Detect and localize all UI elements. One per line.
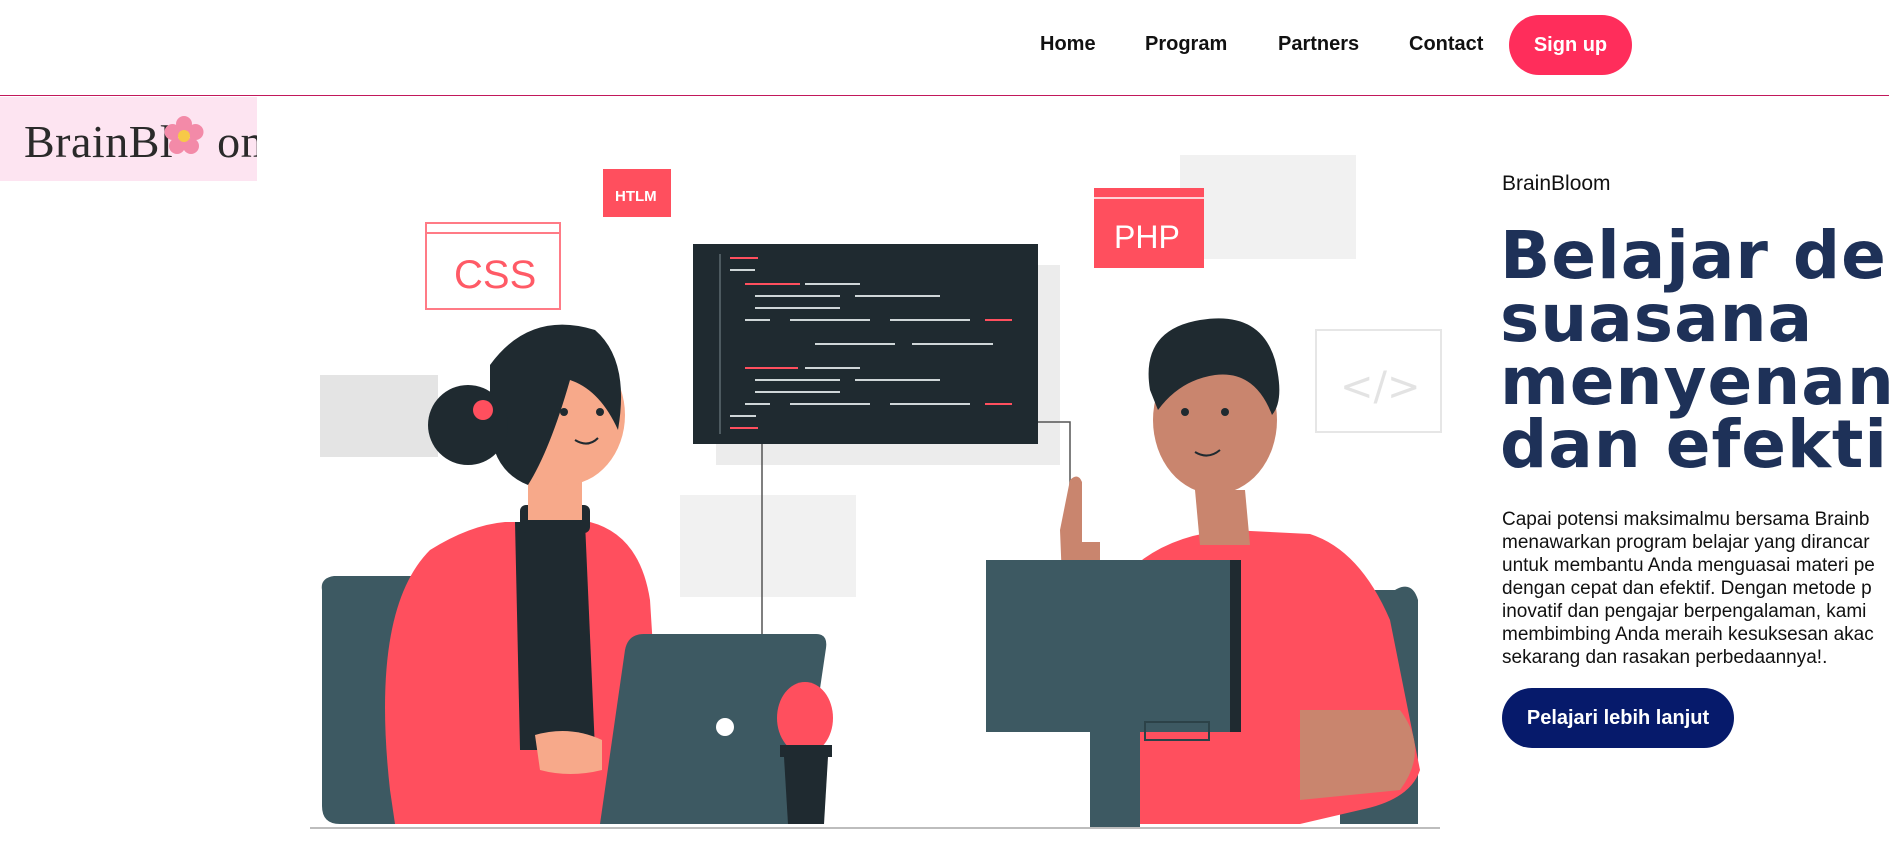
- css-tag: CSS: [425, 222, 561, 310]
- learn-more-button[interactable]: Pelajari lebih lanjut: [1502, 688, 1734, 748]
- css-label: CSS: [454, 253, 536, 297]
- hero-description-line: membimbing Anda meraih kesuksesan akac: [1502, 624, 1874, 645]
- html-tag: HTLM: [603, 169, 671, 217]
- nav-link-program[interactable]: Program: [1145, 33, 1227, 56]
- hero-title-line: dan efektif: [1500, 406, 1889, 483]
- hero-title-line: suasana: [1500, 280, 1814, 357]
- hero-description-line: untuk membantu Anda menguasai materi pe: [1502, 555, 1875, 576]
- hero-brand-name: BrainBloom: [1502, 172, 1611, 195]
- signup-button[interactable]: Sign up: [1509, 15, 1632, 75]
- hero-title: Belajar den suasana menyenang dan efekti…: [1500, 217, 1889, 483]
- hero-description-line: sekarang dan rasakan perbedaannya!.: [1502, 647, 1828, 668]
- hero-description: Capai potensi maksimalmu bersama Brainb …: [1502, 508, 1889, 669]
- bg-panel: [680, 495, 856, 597]
- nav-link-contact[interactable]: Contact: [1409, 33, 1483, 56]
- nav-link-home[interactable]: Home: [1040, 33, 1096, 56]
- hero-description-line: dengan cepat dan efektif. Dengan metode …: [1502, 578, 1872, 599]
- logo-text-right: om: [217, 116, 257, 167]
- bg-panel: [1180, 155, 1356, 259]
- bg-panel: [320, 375, 438, 457]
- hero-title-line: Belajar den: [1500, 217, 1889, 294]
- hero-description-line: inovatif dan pengajar berpengalaman, kam…: [1502, 601, 1867, 622]
- navbar: Home Program Partners Contact Sign up: [0, 0, 1889, 96]
- hero-illustration: </> CSS HTLM PHP: [310, 155, 1442, 829]
- brand-logo[interactable]: BrainBl om: [0, 97, 257, 181]
- code-screen: [693, 244, 1038, 444]
- flower-icon: [164, 116, 204, 154]
- logo-text-left: BrainBl: [24, 116, 174, 167]
- svg-text:</>: </>: [1340, 364, 1421, 410]
- php-tag: PHP: [1094, 188, 1204, 268]
- nav-link-partners[interactable]: Partners: [1278, 33, 1359, 56]
- html-label: HTLM: [615, 188, 657, 205]
- hero-description-line: Capai potensi maksimalmu bersama Brainb: [1502, 509, 1870, 530]
- hero-description-line: menawarkan program belajar yang dirancar: [1502, 532, 1870, 553]
- hero-title-line: menyenang: [1500, 343, 1889, 420]
- php-label: PHP: [1114, 219, 1180, 255]
- logo-text: BrainBl om: [24, 115, 257, 168]
